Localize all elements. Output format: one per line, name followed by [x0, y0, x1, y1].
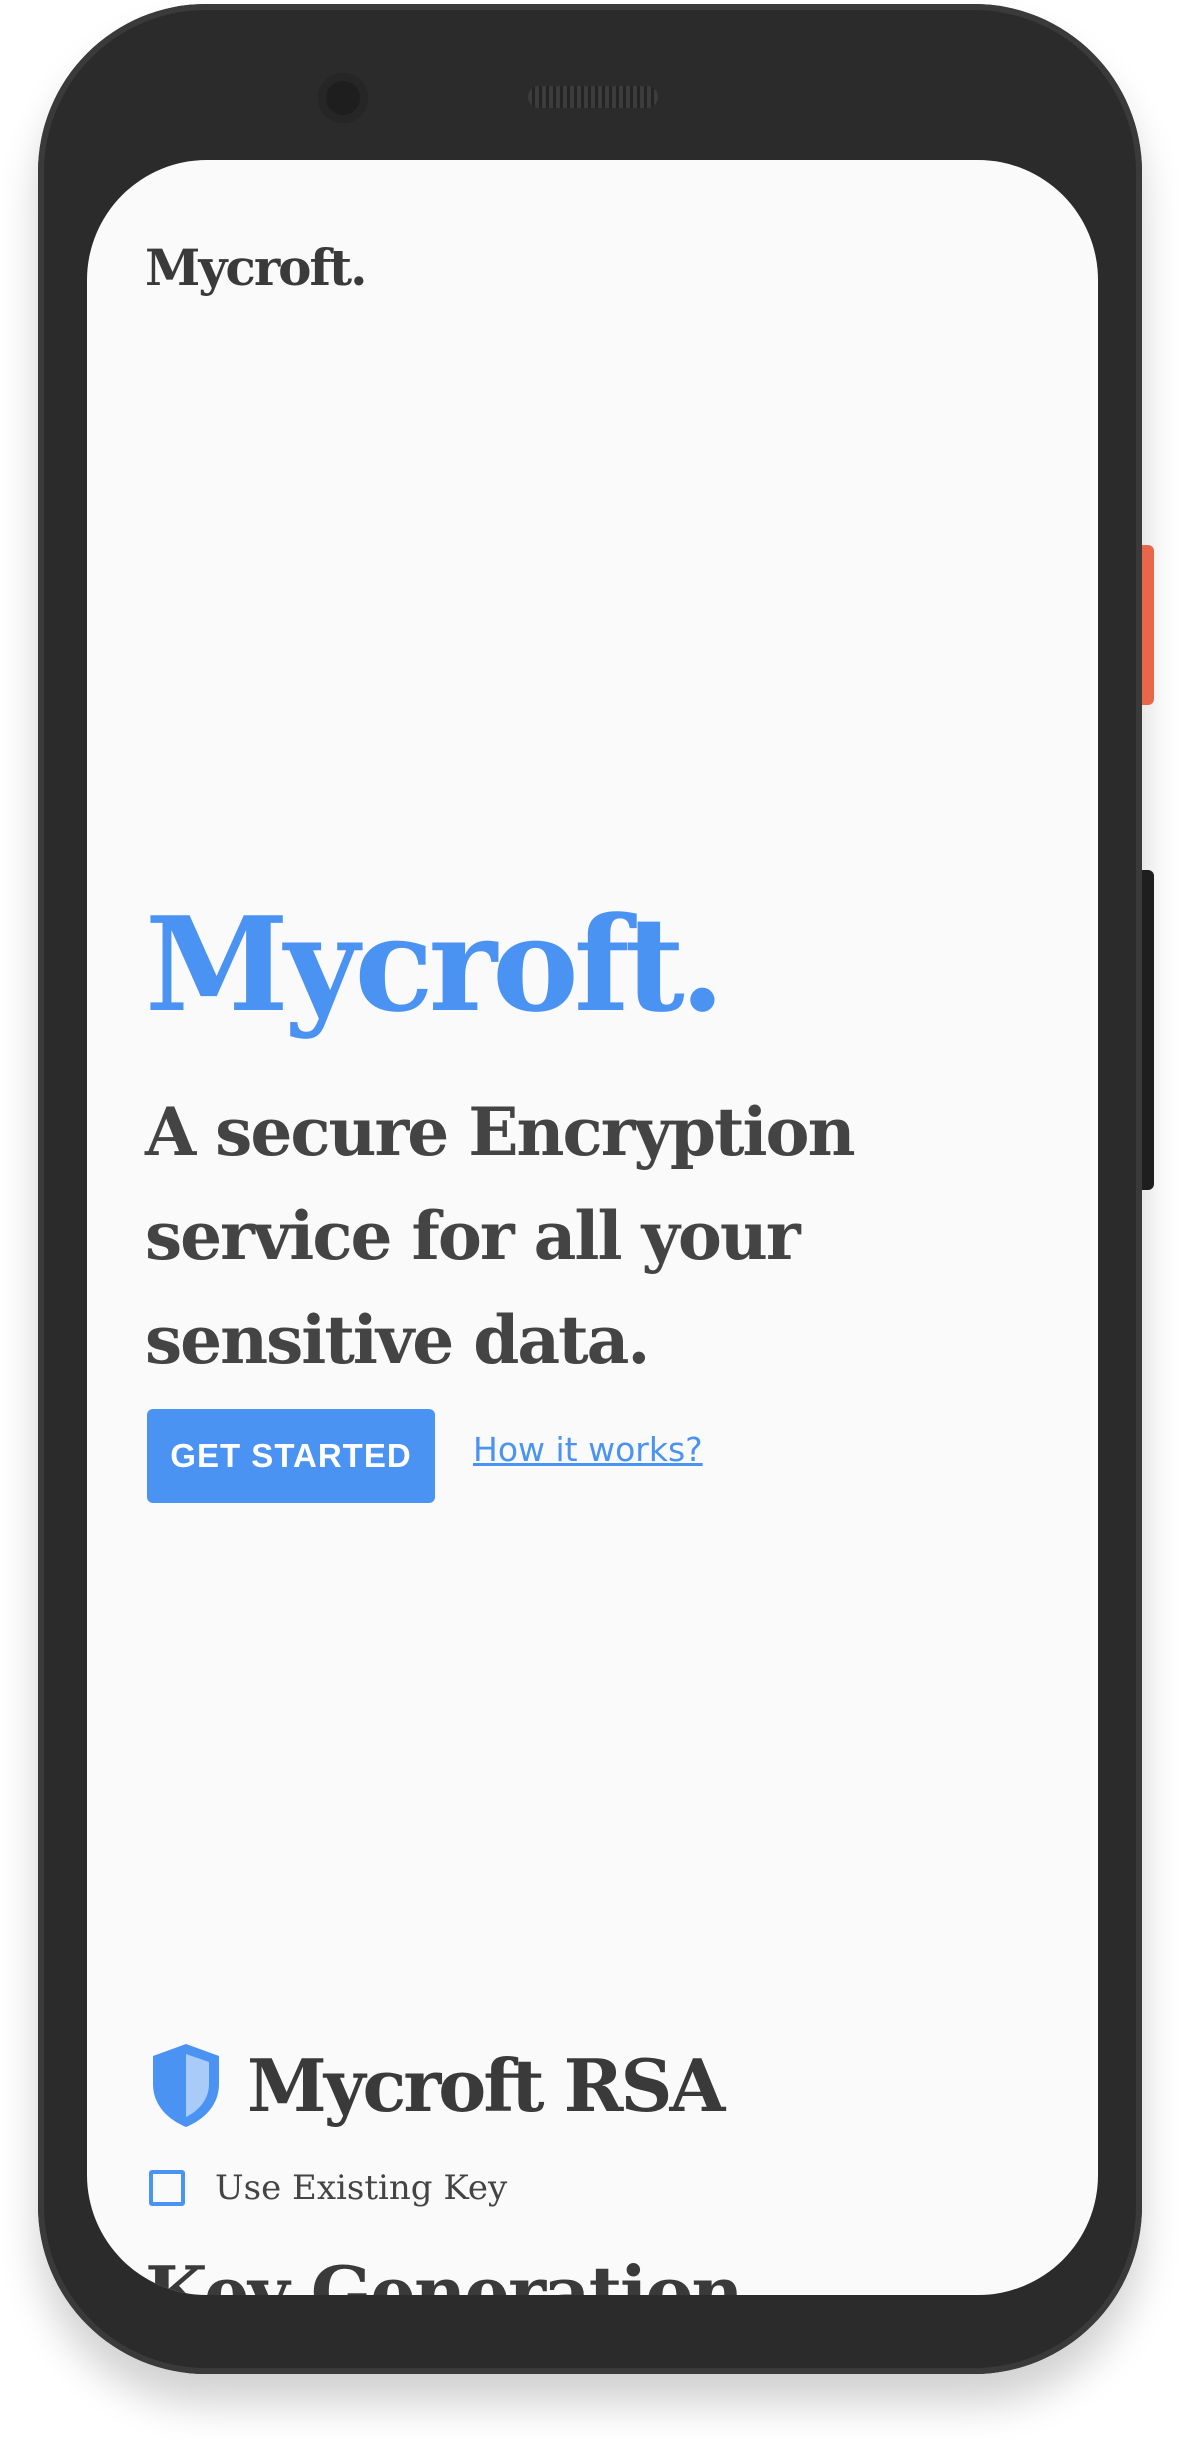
how-it-works-link[interactable]: How it works?: [473, 1430, 703, 1469]
use-existing-key-label: Use Existing Key: [215, 2168, 508, 2208]
hero-title: Mycroft.: [145, 888, 725, 1041]
get-started-button[interactable]: GET STARTED: [147, 1409, 435, 1503]
app-screen: Mycroft. Mycroft. A secure Encryption se…: [87, 160, 1098, 2295]
shield-icon: [153, 2044, 219, 2127]
use-existing-key-checkbox[interactable]: [149, 2170, 185, 2206]
earpiece-speaker: [528, 86, 658, 108]
hero-subtitle: A secure Encryption service for all your…: [145, 1093, 856, 1379]
use-existing-key-toggle[interactable]: Use Existing Key: [149, 2168, 507, 2208]
rsa-title: Mycroft RSA: [247, 2042, 725, 2128]
rsa-section-header: Mycroft RSA: [147, 2040, 725, 2130]
key-generation-heading: Key Generation: [145, 2250, 744, 2295]
power-button: [1142, 545, 1154, 705]
header-logo[interactable]: Mycroft.: [145, 238, 368, 297]
volume-button: [1142, 870, 1154, 1190]
front-camera-icon: [318, 73, 368, 123]
